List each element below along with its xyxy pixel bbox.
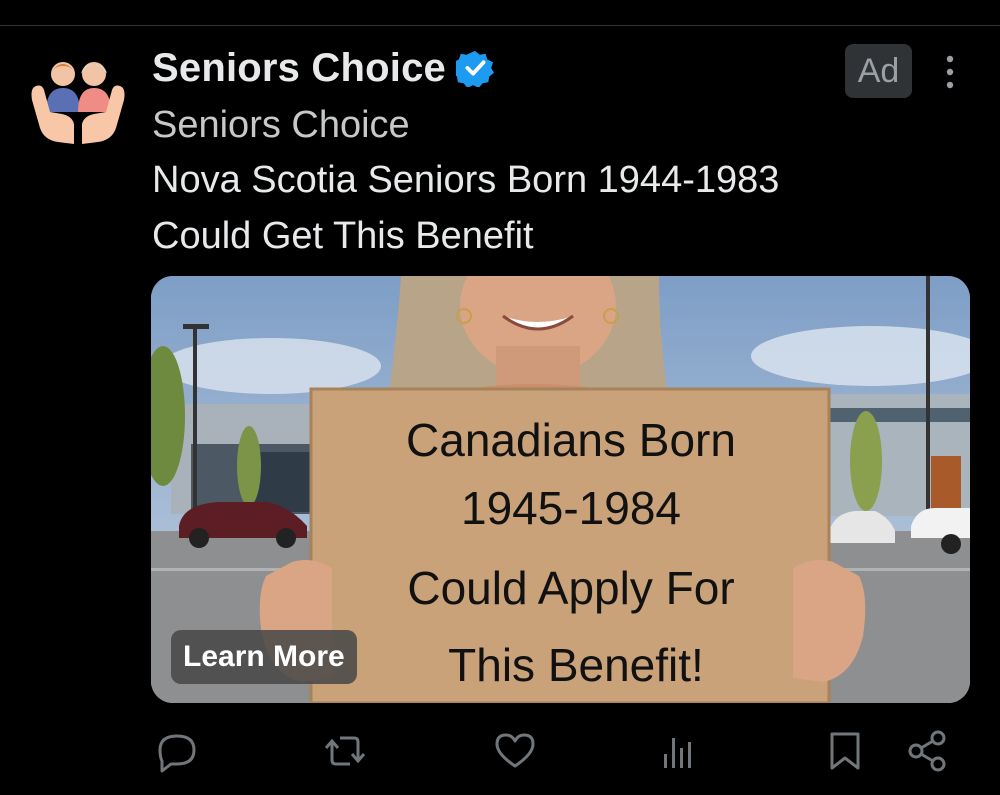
display-name[interactable]: Seniors Choice [152,46,446,91]
post-body-line-2: Could Get This Benefit [152,215,534,257]
sign-line-4: This Benefit! [448,639,704,691]
action-bar [150,728,970,778]
ad-badge: Ad [845,44,912,98]
verified-badge-icon [456,50,494,87]
sign-line-3: Could Apply For [407,562,734,614]
views-icon[interactable] [656,728,702,774]
more-options-icon[interactable] [938,52,962,92]
learn-more-button[interactable]: Learn More [171,630,357,684]
reply-icon[interactable] [154,728,200,774]
handle-text: Seniors Choice [152,104,410,146]
post-body-line-1: Nova Scotia Seniors Born 1944-1983 [152,159,780,201]
seniors-hands-logo-icon [31,62,125,144]
repost-icon[interactable] [322,728,368,774]
share-icon[interactable] [904,728,950,774]
avatar[interactable] [28,50,128,150]
sign-line-1: Canadians Born [406,414,736,466]
bookmark-icon[interactable] [822,728,868,774]
like-icon[interactable] [492,728,538,774]
ad-media-image[interactable]: Canadians Born 1945-1984 Could Apply For… [151,276,970,703]
sign-line-2: 1945-1984 [461,482,681,534]
divider [0,25,1000,26]
post-header: Seniors Choice Seniors Choice Nova Scoti… [152,42,852,264]
